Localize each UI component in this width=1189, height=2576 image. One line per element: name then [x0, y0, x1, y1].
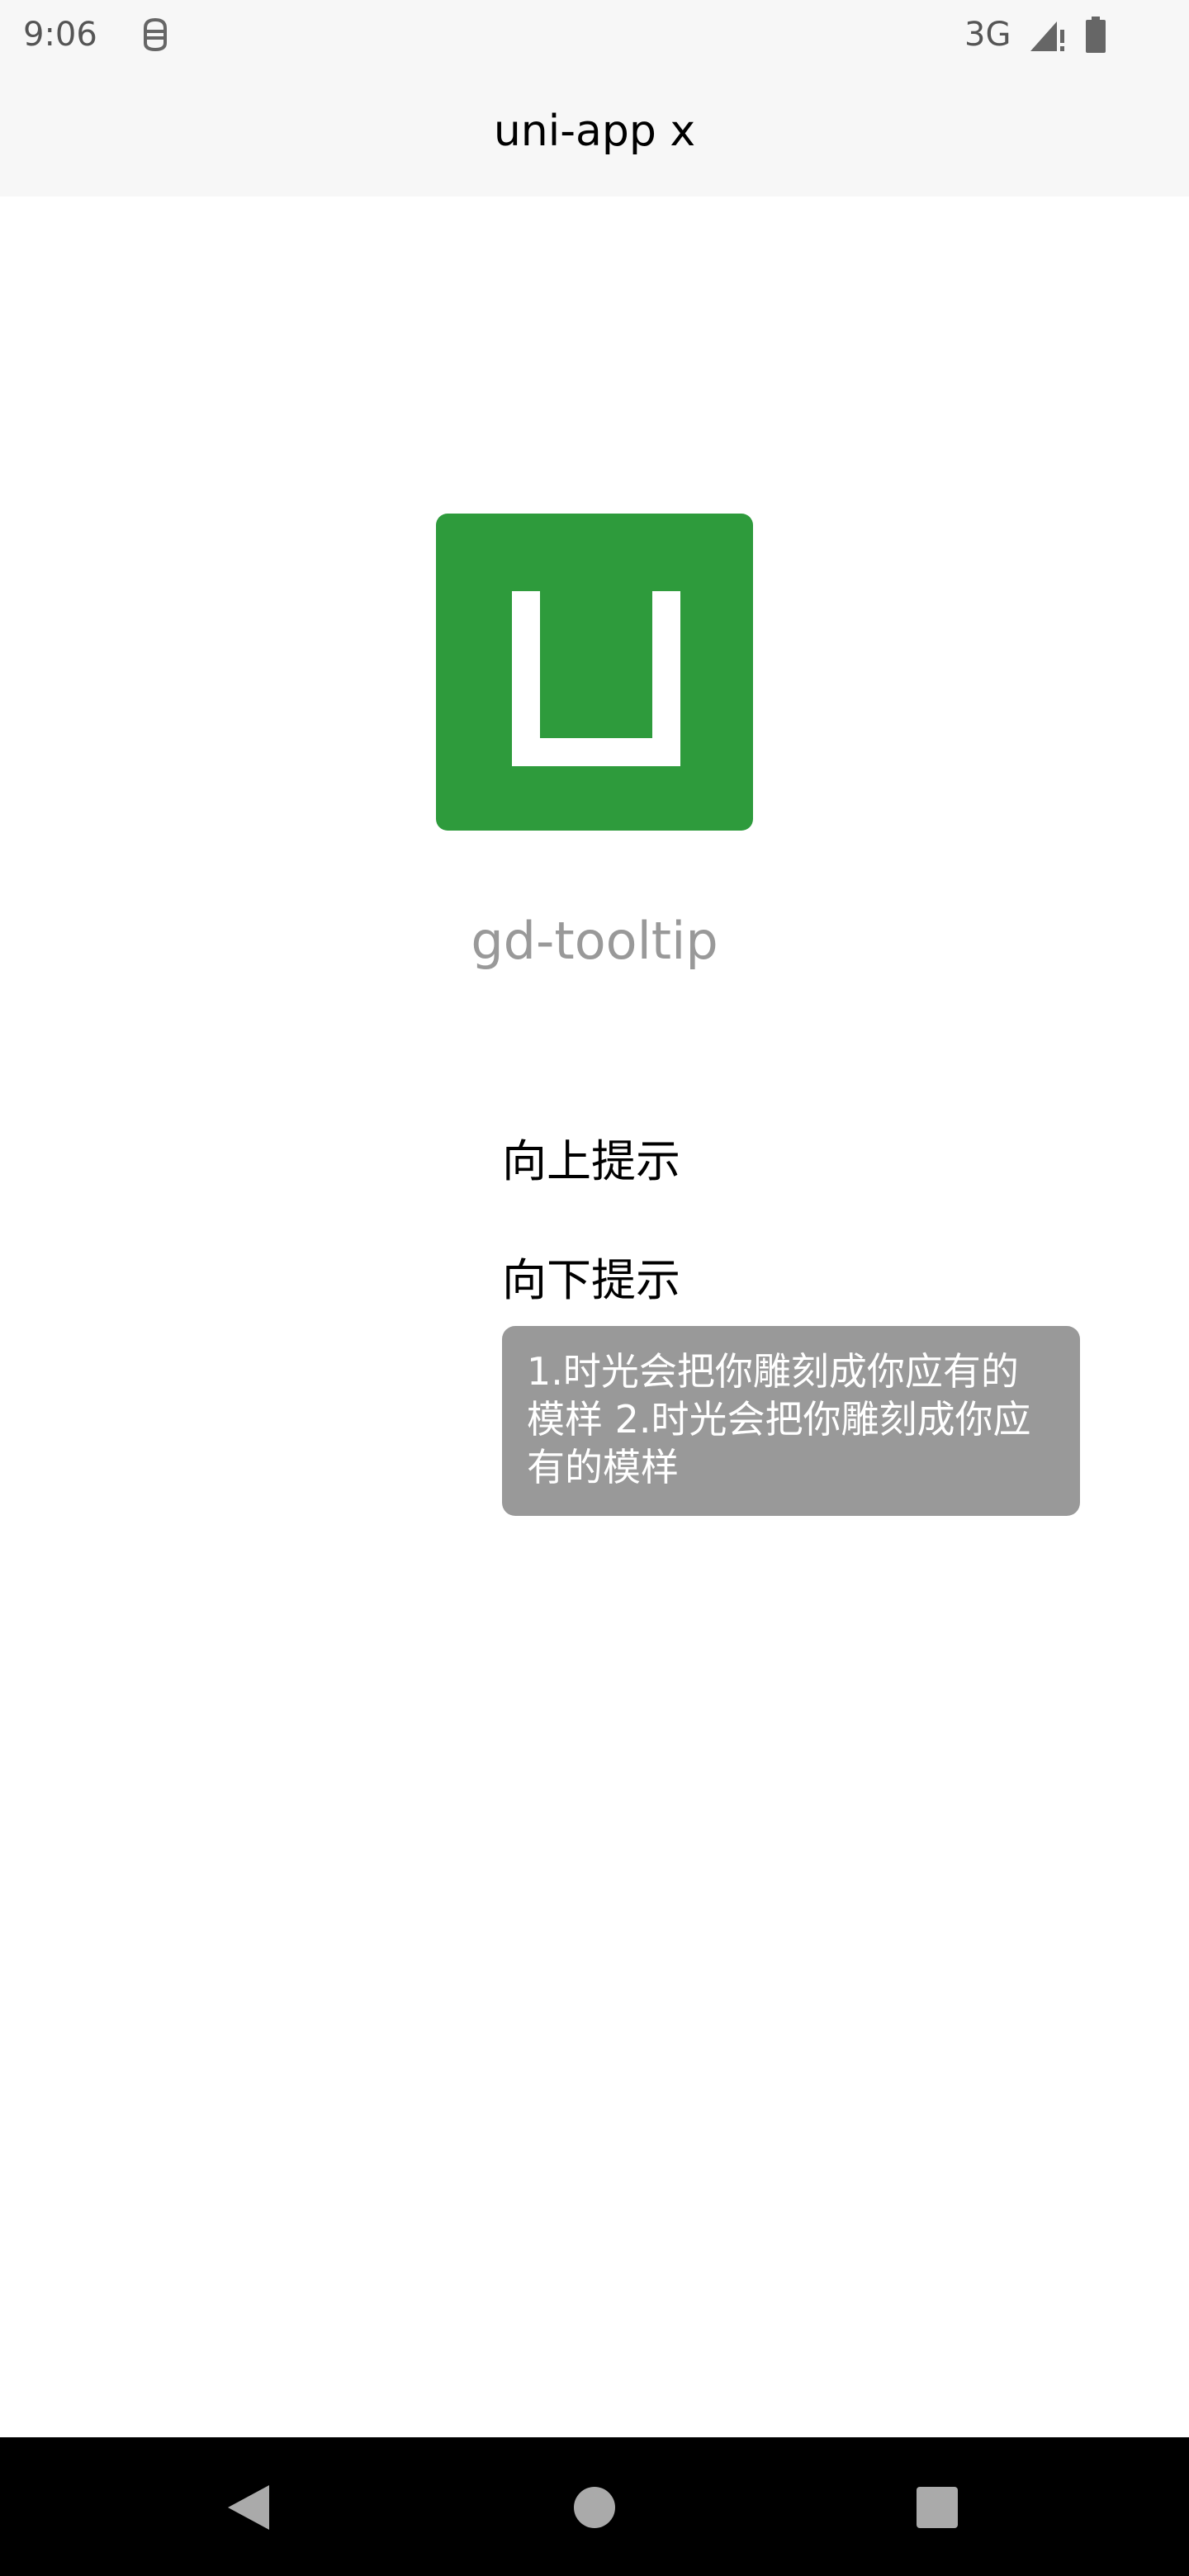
status-time: 9:06	[23, 16, 97, 54]
face-icon	[144, 17, 167, 52]
system-navigation-bar	[0, 2437, 1189, 2576]
logo-caption: gd-tooltip	[471, 911, 718, 971]
navigation-bar: uni-app x	[0, 69, 1189, 197]
tooltip-popup: 1.时光会把你雕刻成你应有的模样 2.时光会把你雕刻成你应有的模样	[502, 1326, 1080, 1516]
recent-apps-icon[interactable]	[900, 2470, 974, 2545]
app-logo	[436, 514, 753, 831]
home-icon[interactable]	[557, 2470, 632, 2545]
network-type: 3G	[964, 16, 1011, 54]
battery-icon	[1086, 17, 1106, 53]
status-bar: 9:06 3G	[0, 0, 1189, 69]
page-title: uni-app x	[493, 107, 696, 156]
tooltip-up-button[interactable]: 向上提示	[502, 1133, 680, 1191]
tooltip-down-button[interactable]: 向下提示	[502, 1252, 680, 1309]
signal-icon	[1030, 21, 1064, 51]
uni-logo-icon	[512, 591, 680, 766]
back-icon[interactable]	[211, 2470, 286, 2545]
